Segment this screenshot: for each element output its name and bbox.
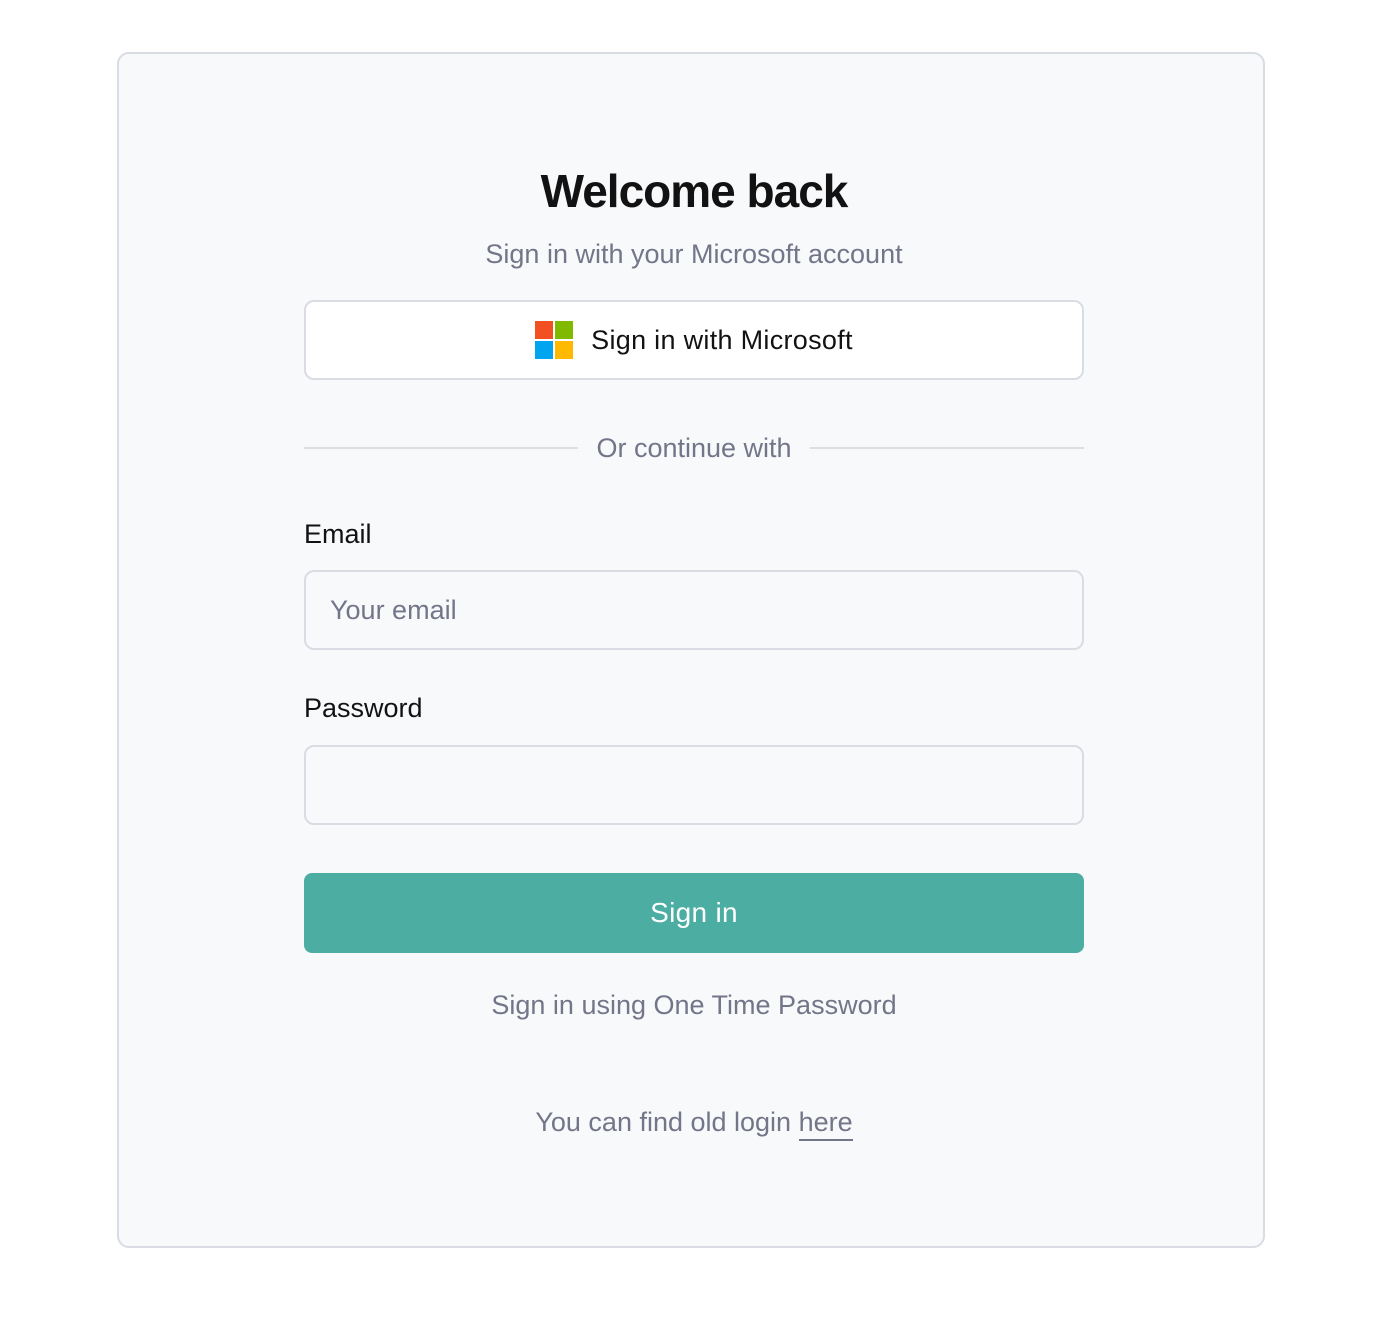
microsoft-logo-red-square (535, 321, 554, 339)
old-login-notice: You can find old login here (304, 1107, 1084, 1141)
sign-in-with-microsoft-button[interactable]: Sign in with Microsoft (304, 300, 1084, 380)
login-card: Welcome back Sign in with your Microsoft… (117, 52, 1265, 1248)
password-field[interactable] (304, 745, 1084, 825)
page-title: Welcome back (540, 165, 849, 217)
divider-label: Or continue with (596, 432, 792, 463)
microsoft-logo-icon (535, 321, 574, 359)
sign-in-with-microsoft-label: Sign in with Microsoft (591, 324, 853, 355)
password-label: Password (304, 693, 423, 723)
divider-line-left (304, 447, 579, 449)
microsoft-logo-yellow-square (555, 341, 574, 359)
or-continue-divider: Or continue with (304, 428, 1084, 468)
email-field[interactable] (304, 570, 1084, 650)
sign-in-button[interactable]: Sign in (304, 873, 1084, 953)
old-login-text: You can find old login (535, 1107, 792, 1137)
page-subtitle: Sign in with your Microsoft account (485, 239, 903, 269)
one-time-password-link[interactable]: Sign in using One Time Password (304, 990, 1084, 1021)
divider-line-right (809, 447, 1084, 449)
old-login-link[interactable]: here (798, 1107, 853, 1141)
microsoft-logo-green-square (555, 321, 574, 339)
email-label: Email (304, 519, 372, 549)
microsoft-logo-blue-square (535, 341, 554, 359)
